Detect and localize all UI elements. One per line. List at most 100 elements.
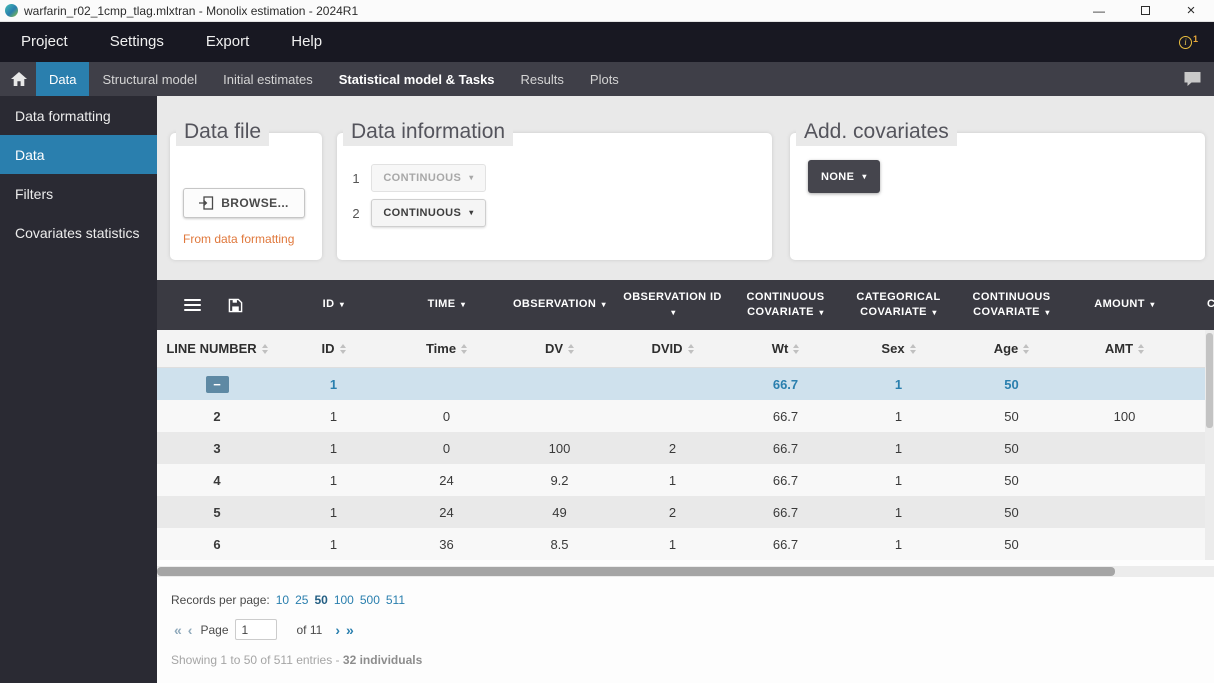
horizontal-scrollbar-thumb[interactable]	[157, 567, 1115, 576]
sidebar-item-data-formatting[interactable]: Data formatting	[0, 96, 157, 135]
table-cell: 1	[894, 408, 903, 424]
add-covariates-dropdown[interactable]: NONE ▾	[808, 160, 880, 193]
data-information-panel: Data information 1 CONTINUOUS ▾ 2 CONTIN…	[337, 118, 772, 260]
table-cell: 66.7	[772, 536, 799, 552]
page-label: Page	[200, 622, 229, 637]
column-header-sex[interactable]: Sex	[842, 330, 955, 367]
table-cell: 50	[1004, 440, 1019, 456]
observation-index: 2	[352, 205, 360, 221]
vertical-scrollbar[interactable]	[1205, 330, 1214, 560]
menu-help[interactable]: Help	[270, 22, 343, 62]
table-cell: 1	[329, 376, 338, 392]
sidebar-item-data[interactable]: Data	[0, 135, 157, 174]
table-column-header-row: LINE NUMBER ID Time DV DVID Wt Sex Age AMT	[157, 330, 1214, 368]
table-row[interactable]: 3 1 0 100 2 66.7 1 50	[157, 432, 1214, 464]
column-header-age[interactable]: Age	[955, 330, 1068, 367]
main-content: Data file BROWSE... From data formatting…	[157, 96, 1214, 683]
records-per-page-option-50[interactable]: 50	[314, 593, 327, 607]
horizontal-scrollbar[interactable]	[157, 566, 1214, 577]
table-cell: 1	[329, 536, 338, 552]
column-header-amt[interactable]: AMT	[1068, 330, 1181, 367]
observation-type-row-1: 1 CONTINUOUS ▾	[352, 164, 486, 192]
type-header-continuous-covariate[interactable]: CONTINUOUS COVARIATE ▾	[729, 280, 842, 330]
table-cell: 66.7	[772, 376, 799, 392]
app-logo-icon	[5, 4, 18, 17]
collapse-group-button[interactable]: −	[205, 375, 229, 393]
sidebar: Data formatting Data Filters Covariates sta…	[0, 96, 157, 683]
table-cell: 1	[329, 472, 338, 488]
chevron-down-icon: ▾	[819, 308, 824, 317]
records-per-page-option-25[interactable]: 25	[295, 593, 308, 607]
maximize-button[interactable]	[1122, 0, 1168, 21]
table-cell: 8.5	[550, 536, 569, 552]
tab-plots[interactable]: Plots	[577, 62, 632, 96]
observation-type-2-dropdown[interactable]: CONTINUOUS ▾	[371, 199, 486, 227]
type-header-observation-id[interactable]: OBSERVATION ID ▾	[616, 280, 729, 330]
tab-statistical-model-tasks[interactable]: Statistical model & Tasks	[326, 62, 508, 96]
type-header-categorical-covariate[interactable]: CATEGORICAL COVARIATE ▾	[842, 280, 955, 330]
column-header-dvid[interactable]: DVID	[616, 330, 729, 367]
table-cell: 1	[329, 440, 338, 456]
from-data-formatting-link[interactable]: From data formatting	[183, 232, 294, 246]
home-tab[interactable]	[2, 62, 36, 96]
prev-page-button[interactable]: ‹	[185, 622, 196, 638]
type-header-continuous-covariate[interactable]: CONTINUOUS COVARIATE ▾	[955, 280, 1068, 330]
next-page-button[interactable]: ›	[332, 622, 343, 638]
records-per-page-option-511[interactable]: 511	[386, 593, 405, 607]
table-row[interactable]: 4 1 24 9.2 1 66.7 1 50	[157, 464, 1214, 496]
sidebar-item-covariates-statistics[interactable]: Covariates statistics	[0, 213, 157, 252]
table-cell: 2	[668, 440, 677, 456]
table-menu-icon[interactable]	[184, 299, 201, 311]
type-header-time[interactable]: TIME ▾	[390, 280, 503, 330]
entries-summary: Showing 1 to 50 of 511 entries - 32 indi…	[171, 653, 1214, 667]
records-per-page-option-500[interactable]: 500	[360, 593, 380, 607]
column-header-dv[interactable]: DV	[503, 330, 616, 367]
menu-export[interactable]: Export	[185, 22, 270, 62]
sort-icon	[461, 343, 468, 354]
table-row[interactable]: 6 1 36 8.5 1 66.7 1 50	[157, 528, 1214, 560]
observation-type-1-dropdown[interactable]: CONTINUOUS ▾	[371, 164, 486, 192]
column-header-id[interactable]: ID	[277, 330, 390, 367]
close-button[interactable]: ×	[1168, 0, 1214, 21]
minimize-button[interactable]: —	[1076, 0, 1122, 21]
last-page-button[interactable]: »	[343, 622, 357, 638]
sort-icon	[1023, 343, 1030, 354]
type-header-amount[interactable]: AMOUNT ▾	[1068, 280, 1181, 330]
column-header-wt[interactable]: Wt	[729, 330, 842, 367]
browse-button[interactable]: BROWSE...	[183, 188, 305, 218]
save-table-icon[interactable]	[228, 298, 243, 313]
column-header-time[interactable]: Time	[390, 330, 503, 367]
records-per-page-option-100[interactable]: 100	[334, 593, 354, 607]
notification-icon[interactable]: i1	[1178, 34, 1198, 49]
table-cell: 66.7	[772, 440, 799, 456]
tab-structural-model[interactable]: Structural model	[89, 62, 210, 96]
records-per-page-option-10[interactable]: 10	[276, 593, 289, 607]
feedback-icon[interactable]	[1183, 71, 1202, 87]
chevron-down-icon: ▾	[460, 300, 466, 310]
page-total: of 11	[296, 622, 323, 637]
vertical-scrollbar-thumb[interactable]	[1206, 333, 1213, 428]
table-footer: Records per page: 10 25 50 100 500 511 « ‹ Pa…	[157, 577, 1214, 667]
table-cell	[503, 368, 616, 400]
chevron-down-icon: ▾	[339, 300, 345, 310]
tab-initial-estimates[interactable]: Initial estimates	[210, 62, 326, 96]
table-cell: 49	[552, 504, 567, 520]
sidebar-item-filters[interactable]: Filters	[0, 174, 157, 213]
table-row[interactable]: 2 1 0 66.7 1 50 100	[157, 400, 1214, 432]
table-row[interactable]: 5 1 24 49 2 66.7 1 50	[157, 496, 1214, 528]
menu-settings[interactable]: Settings	[89, 22, 185, 62]
page-input[interactable]	[234, 619, 277, 640]
table-cell: 100	[1113, 408, 1136, 424]
table-row[interactable]: − 1 66.7 1 50	[157, 368, 1214, 400]
tab-results[interactable]: Results	[508, 62, 577, 96]
type-header-observation[interactable]: OBSERVATION ▾	[503, 280, 616, 330]
sort-icon	[568, 343, 575, 354]
type-header-id[interactable]: ID ▾	[277, 280, 390, 330]
table-cell: 50	[1004, 472, 1019, 488]
menu-project[interactable]: Project	[0, 22, 89, 62]
column-header-line-number[interactable]: LINE NUMBER	[157, 330, 277, 367]
tab-data[interactable]: Data	[36, 62, 90, 96]
chevron-down-icon: ▾	[671, 308, 676, 317]
first-page-button[interactable]: «	[171, 622, 185, 638]
observation-index: 1	[352, 170, 360, 186]
